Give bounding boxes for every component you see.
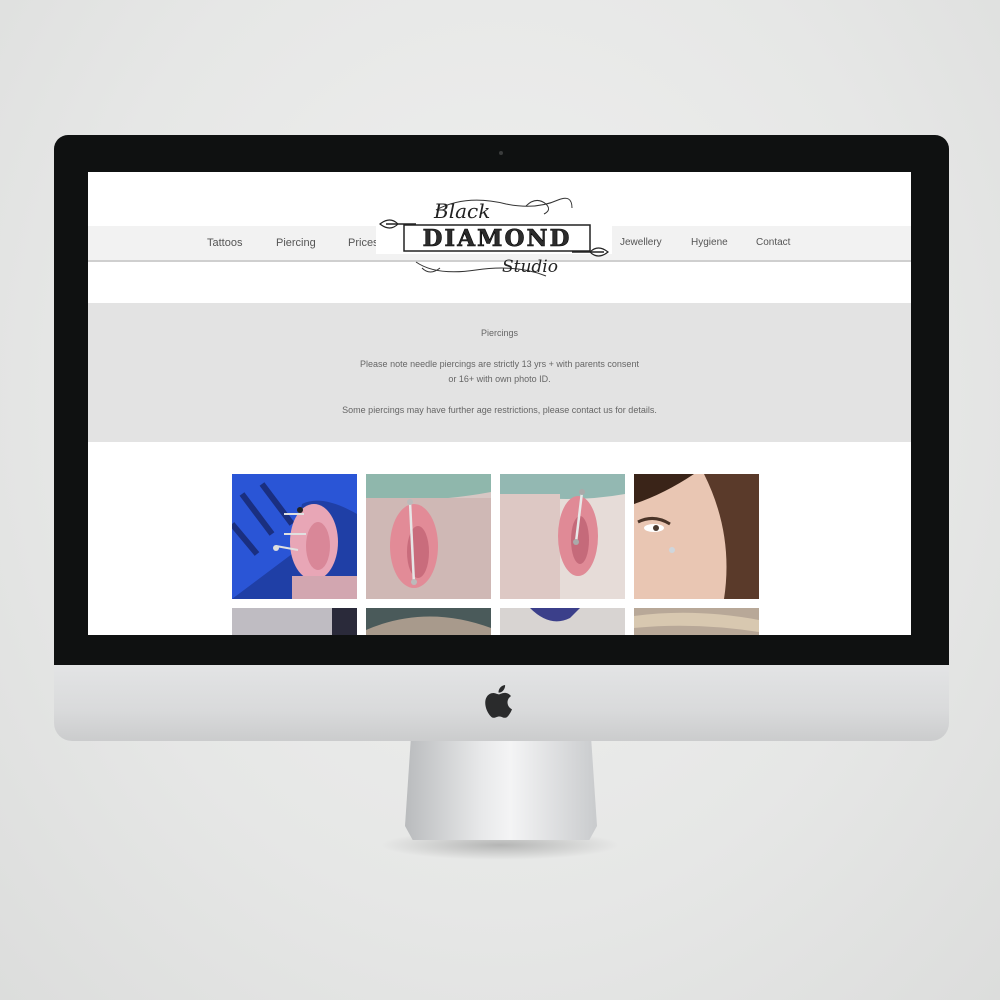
gallery-photo-industrial-side[interactable] (500, 474, 625, 599)
imac-chin (54, 665, 949, 741)
imac-stand (405, 740, 597, 840)
nav-item-tattoos[interactable]: Tattoos (207, 226, 242, 260)
notice-age-line2: or 16+ with own photo ID. (448, 374, 551, 384)
gallery-photo-cheek-dermal[interactable] (634, 474, 759, 599)
apple-logo-icon (485, 685, 512, 718)
logo-diamond-text: DIAMOND (422, 225, 571, 252)
website-screen: Tattoos Piercing Prices Jewellery Hygien… (88, 172, 911, 635)
nav-item-piercing[interactable]: Piercing (276, 226, 316, 260)
camera (499, 151, 503, 155)
gallery-photo-6[interactable] (366, 608, 491, 635)
gallery-photo-5[interactable] (232, 608, 357, 635)
logo-studio-text: Studio (502, 257, 558, 277)
black-diamond-studio-logo[interactable]: Black DIAMOND Studio (376, 190, 612, 282)
piercing-gallery (232, 474, 762, 635)
gallery-photo-blue-hair-ear[interactable] (232, 474, 357, 599)
nav-item-jewellery[interactable]: Jewellery (620, 226, 662, 260)
piercing-notice: Piercings Please note needle piercings a… (88, 303, 911, 442)
gallery-photo-industrial[interactable] (366, 474, 491, 599)
gallery-photo-7[interactable] (500, 608, 625, 635)
nav-item-contact[interactable]: Contact (756, 226, 790, 260)
gallery-photo-8[interactable] (634, 608, 759, 635)
notice-title: Piercings (480, 328, 518, 338)
logo-black-text: Black (433, 199, 490, 223)
notice-age-line1: Please note needle piercings are strictl… (360, 359, 639, 369)
notice-restrictions: Some piercings may have further age rest… (342, 405, 657, 415)
nav-item-prices[interactable]: Prices (348, 226, 379, 260)
nav-item-hygiene[interactable]: Hygiene (691, 226, 728, 260)
